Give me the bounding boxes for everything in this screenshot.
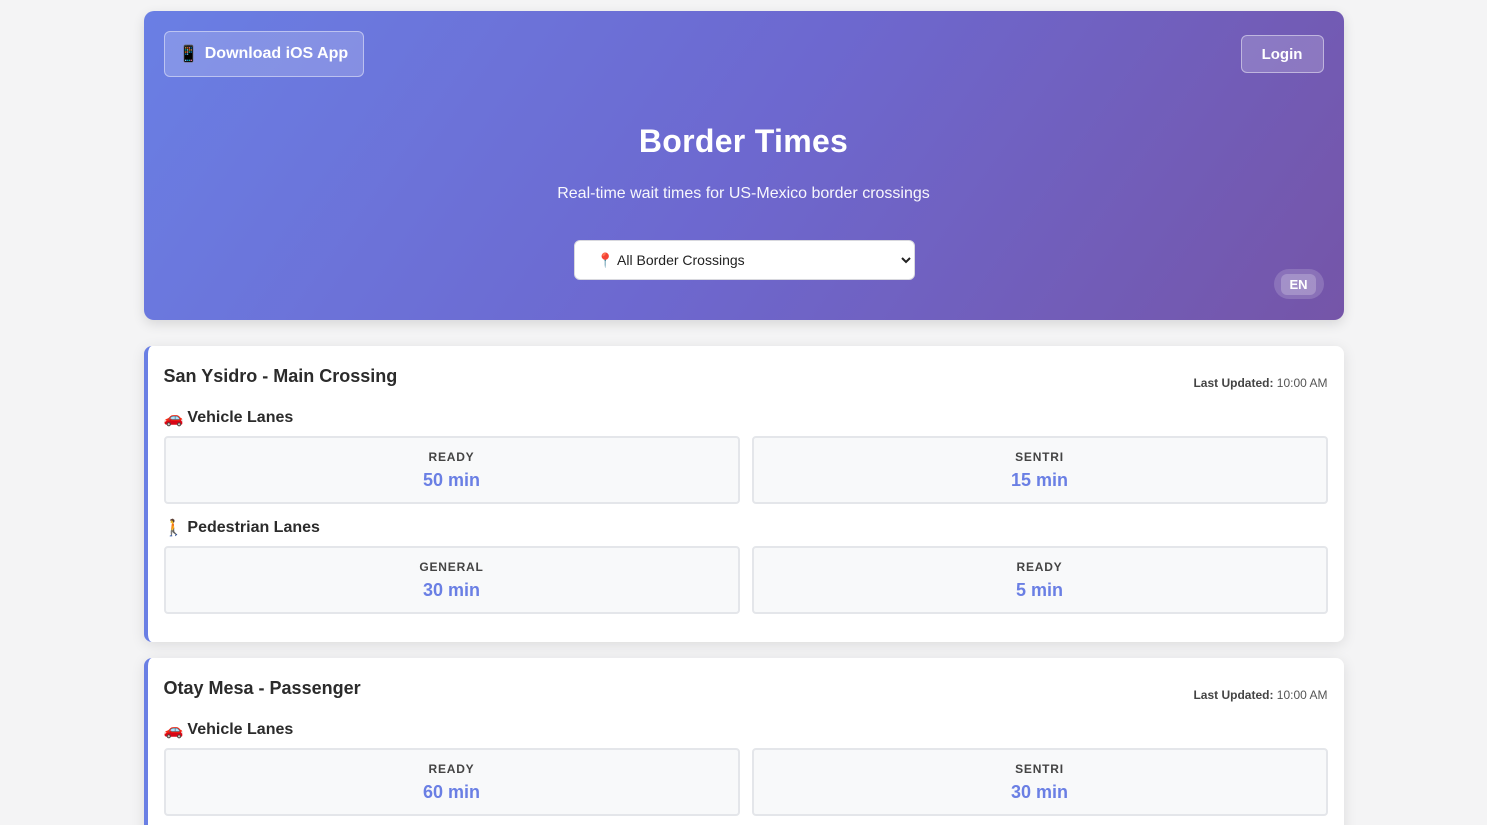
pedestrian-icon: 🚶 xyxy=(163,520,184,537)
lane-label: SENTRI xyxy=(1015,762,1064,776)
hero-header: 📱 Download iOS App Login Border Times Re… xyxy=(143,11,1344,320)
page-title: Border Times xyxy=(638,123,849,159)
last-updated-label: Last Updated: xyxy=(1193,688,1274,702)
pedestrian-lanes-row: GENERAL 30 min READY 5 min xyxy=(163,546,1328,614)
lane-card: SENTRI 15 min xyxy=(751,436,1328,504)
lane-wait-time: 5 min xyxy=(1015,580,1063,600)
lane-card: SENTRI 30 min xyxy=(751,748,1328,816)
card-header: San Ysidro - Main Crossing Last Updated:… xyxy=(164,364,1328,394)
lane-wait-time: 15 min xyxy=(1010,470,1069,490)
lane-wait-time: 50 min xyxy=(422,470,481,490)
crossing-select[interactable]: 📍 All Border Crossings xyxy=(573,240,915,280)
phone-icon: 📱 xyxy=(178,46,199,63)
lane-label: READY xyxy=(1016,560,1063,574)
lane-card: GENERAL 30 min xyxy=(163,546,740,614)
lane-card: READY 5 min xyxy=(751,546,1328,614)
crossing-select-wrapper: 📍 All Border Crossings xyxy=(573,240,915,280)
last-updated-time: 10:00 AM xyxy=(1276,688,1328,702)
page-container: 📱 Download iOS App Login Border Times Re… xyxy=(143,0,1344,825)
lane-label: SENTRI xyxy=(1015,450,1064,464)
language-toggle[interactable]: EN xyxy=(1273,269,1324,299)
vehicle-lanes-title: Vehicle Lanes xyxy=(187,409,294,426)
vehicle-lanes-heading: 🚗 Vehicle Lanes xyxy=(164,408,1328,428)
crossing-card-otay-mesa: Otay Mesa - Passenger Last Updated: 10:0… xyxy=(143,658,1344,825)
car-icon: 🚗 xyxy=(163,722,184,739)
crossing-name: San Ysidro - Main Crossing xyxy=(163,366,398,386)
vehicle-lanes-title: Vehicle Lanes xyxy=(187,721,294,738)
lane-card: READY 60 min xyxy=(163,748,740,816)
lane-wait-time: 60 min xyxy=(422,782,481,802)
last-updated: Last Updated: 10:00 AM xyxy=(1193,688,1327,702)
language-label: EN xyxy=(1281,273,1316,295)
crossing-name: Otay Mesa - Passenger xyxy=(163,678,361,698)
last-updated-label: Last Updated: xyxy=(1193,376,1274,390)
vehicle-lanes-row: READY 60 min SENTRI 30 min xyxy=(163,748,1328,816)
lane-label: READY xyxy=(428,762,475,776)
vehicle-lanes-row: READY 50 min SENTRI 15 min xyxy=(163,436,1328,504)
vehicle-lanes-heading: 🚗 Vehicle Lanes xyxy=(164,720,1328,740)
lane-wait-time: 30 min xyxy=(422,580,481,600)
lane-label: READY xyxy=(428,450,475,464)
lane-label: GENERAL xyxy=(419,560,484,574)
pedestrian-lanes-heading: 🚶 Pedestrian Lanes xyxy=(164,518,1328,538)
last-updated: Last Updated: 10:00 AM xyxy=(1193,376,1327,390)
last-updated-time: 10:00 AM xyxy=(1276,376,1328,390)
crossing-card-san-ysidro: San Ysidro - Main Crossing Last Updated:… xyxy=(143,346,1344,642)
download-ios-app-button[interactable]: 📱 Download iOS App xyxy=(163,31,364,77)
login-button[interactable]: Login xyxy=(1240,35,1324,73)
download-ios-app-label: Download iOS App xyxy=(204,45,349,62)
page-subtitle: Real-time wait times for US-Mexico borde… xyxy=(557,185,930,202)
lane-card: READY 50 min xyxy=(163,436,740,504)
pedestrian-lanes-title: Pedestrian Lanes xyxy=(187,519,320,536)
car-icon: 🚗 xyxy=(163,410,184,427)
card-header: Otay Mesa - Passenger Last Updated: 10:0… xyxy=(164,676,1328,706)
lane-wait-time: 30 min xyxy=(1010,782,1069,802)
